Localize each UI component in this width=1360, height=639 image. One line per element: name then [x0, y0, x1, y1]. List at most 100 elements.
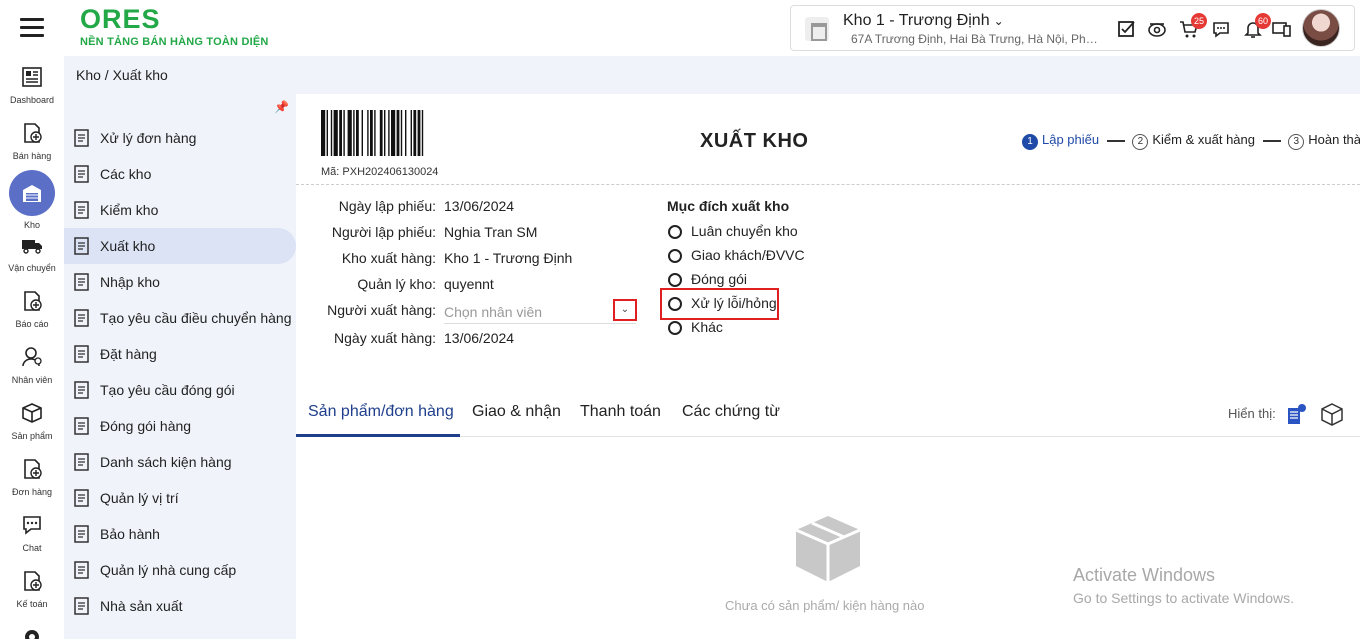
sidebar-item[interactable]: Đặt hàng [64, 336, 296, 372]
checkbox-task-icon[interactable] [1117, 19, 1137, 39]
tab-delivery[interactable]: Giao & nhận [472, 403, 561, 421]
sidebar-item[interactable]: Bảo hành [64, 516, 296, 552]
radio-button[interactable] [668, 249, 682, 263]
rail-item-shipping[interactable]: Vận chuyển [0, 234, 64, 273]
sidebar-item[interactable]: Tạo yêu cầu điều chuyển hàng [64, 300, 296, 336]
menu-icon[interactable] [20, 18, 44, 38]
rail-item-settings[interactable] [0, 626, 64, 639]
store-name: Kho 1 - Trương Định [843, 12, 990, 29]
rail-item-dashboard[interactable]: Dashboard [0, 66, 64, 105]
form-row-exporter: Người xuất hàng: Chọn nhân viên ⌄ [296, 299, 936, 326]
icon-rail: Dashboard Bán hàng Kho Vận chuyển Báo cá… [0, 56, 64, 639]
report-icon [24, 291, 42, 311]
cart-button[interactable]: 25 [1179, 13, 1207, 39]
sidebar-item-label: Kiểm kho [100, 202, 159, 218]
rail-label: Chat [22, 543, 42, 553]
sidebar-item[interactable]: Quản lý nhà cung cấp [64, 552, 296, 588]
barcode-bar [356, 110, 359, 156]
created-date-label: Ngày lập phiếu: [338, 198, 436, 214]
radio-button[interactable] [668, 321, 682, 335]
brand-tagline: NỀN TẢNG BÁN HÀNG TOÀN DIỆN [80, 36, 269, 48]
sidebar-item-label: Tạo yêu cầu đóng gói [100, 382, 235, 398]
exporter-dropdown-button[interactable]: ⌄ [613, 299, 637, 321]
rail-item-report[interactable]: Báo cáo [0, 290, 64, 329]
barcode-bar [339, 110, 342, 156]
purpose-option-delivery[interactable]: Giao khách/ĐVVC [668, 247, 818, 267]
sales-icon [24, 123, 42, 143]
radio-button[interactable] [668, 273, 682, 287]
rail-active-bg [9, 170, 55, 216]
avatar[interactable] [1302, 9, 1340, 47]
notification-button[interactable]: 60 [1243, 13, 1271, 39]
sidebar-item[interactable]: Tạo yêu cầu đóng gói [64, 372, 296, 408]
sidebar-item[interactable]: Danh sách kiện hàng [64, 444, 296, 480]
notification-badge: 60 [1255, 13, 1271, 29]
chat-bubble-icon[interactable] [1211, 19, 1231, 39]
list-view-icon[interactable] [1284, 402, 1308, 426]
tab-payment[interactable]: Thanh toán [580, 403, 661, 421]
rail-item-sales[interactable]: Bán hàng [0, 122, 64, 161]
exporter-label: Người xuất hàng: [327, 302, 436, 318]
sidebar-item[interactable]: Kiểm kho [64, 192, 296, 228]
import-icon [74, 273, 89, 291]
store-icon [805, 17, 829, 41]
step-label: Kiểm & xuất hàng [1152, 132, 1255, 147]
product-icon [22, 403, 42, 423]
empty-box-icon [795, 516, 861, 582]
rail-item-staff[interactable]: Nhân viên [0, 346, 64, 385]
sidebar-item-label: Bảo hành [100, 526, 160, 542]
warranty-icon [74, 525, 89, 543]
radio-button[interactable] [668, 225, 682, 239]
pin-icon[interactable]: 📌 [274, 100, 289, 114]
rail-item-chat[interactable]: Chat [0, 514, 64, 553]
sidebar-item[interactable]: Đóng gói hàng [64, 408, 296, 444]
sidebar-item[interactable]: Xuất kho [64, 228, 296, 264]
step-complete: 3Hoàn thành [1288, 132, 1360, 150]
manager-value: quyennt [444, 276, 494, 292]
brand-name: ORES [80, 4, 161, 34]
devices-icon[interactable] [1272, 19, 1292, 39]
rail-label: Đơn hàng [12, 487, 52, 497]
export-date-value[interactable]: 13/06/2024 [444, 330, 514, 346]
barcode-bar [367, 110, 369, 156]
radio-label: Đóng gói [691, 271, 748, 287]
rail-item-order[interactable]: Đơn hàng [0, 458, 64, 497]
camera-icon[interactable] [1147, 19, 1167, 39]
main-content: Mã: PXH202406130024 XUẤT KHO 1 Lập phiếu … [296, 94, 1360, 639]
form-row-manager: Quản lý kho: quyennt [296, 276, 936, 300]
rail-item-accounting[interactable]: Kế toán [0, 570, 64, 609]
tab-products[interactable]: Sản phẩm/đơn hàng [308, 403, 454, 421]
watermark-title: Activate Windows [1073, 565, 1216, 585]
watermark-subtitle: Go to Settings to activate Windows. [1073, 590, 1294, 606]
form-row-warehouse: Kho xuất hàng: Kho 1 - Trương Định [296, 250, 936, 274]
rail-item-product[interactable]: Sản phẩm [0, 402, 64, 441]
purpose-option-transfer[interactable]: Luân chuyển kho [668, 223, 818, 243]
sidebar-item[interactable]: Quản lý vị trí [64, 480, 296, 516]
staff-icon [22, 347, 42, 367]
brand-logo[interactable]: ORES NỀN TẢNG BÁN HÀNG TOÀN DIỆN [80, 4, 269, 48]
rail-label: Dashboard [9, 95, 55, 105]
sidebar-item-label: Nhập kho [100, 274, 160, 290]
sidebar-item[interactable]: Các kho [64, 156, 296, 192]
export-icon [74, 237, 89, 255]
barcode-bar [384, 110, 386, 156]
sidebar-item[interactable]: Xử lý đơn hàng [64, 120, 296, 156]
purpose-option-other[interactable]: Khác [668, 319, 818, 339]
chevron-down-icon: ⌄ [993, 14, 1004, 28]
barcode-bar [405, 110, 407, 156]
sidebar-item[interactable]: Nhập kho [64, 264, 296, 300]
breadcrumb: Kho / Xuất kho [76, 67, 168, 83]
store-selector[interactable]: Kho 1 - Trương Định ⌄ 67A Trương Định, Ha… [790, 5, 1355, 51]
barcode-bar [330, 110, 333, 156]
gear-icon [25, 630, 39, 639]
rail-item-warehouse[interactable]: Kho [0, 170, 64, 230]
supplier-icon [74, 561, 89, 579]
tab-documents[interactable]: Các chứng từ [682, 403, 780, 421]
package-view-icon[interactable] [1320, 402, 1344, 426]
tab-underline [296, 434, 460, 437]
rail-label: Vận chuyển [8, 263, 56, 273]
sidebar-item[interactable]: Nhà sản xuất [64, 588, 296, 624]
exporter-select[interactable]: Chọn nhân viên [444, 300, 636, 324]
location-icon [74, 489, 89, 507]
step-label: Hoàn thành [1308, 132, 1360, 147]
